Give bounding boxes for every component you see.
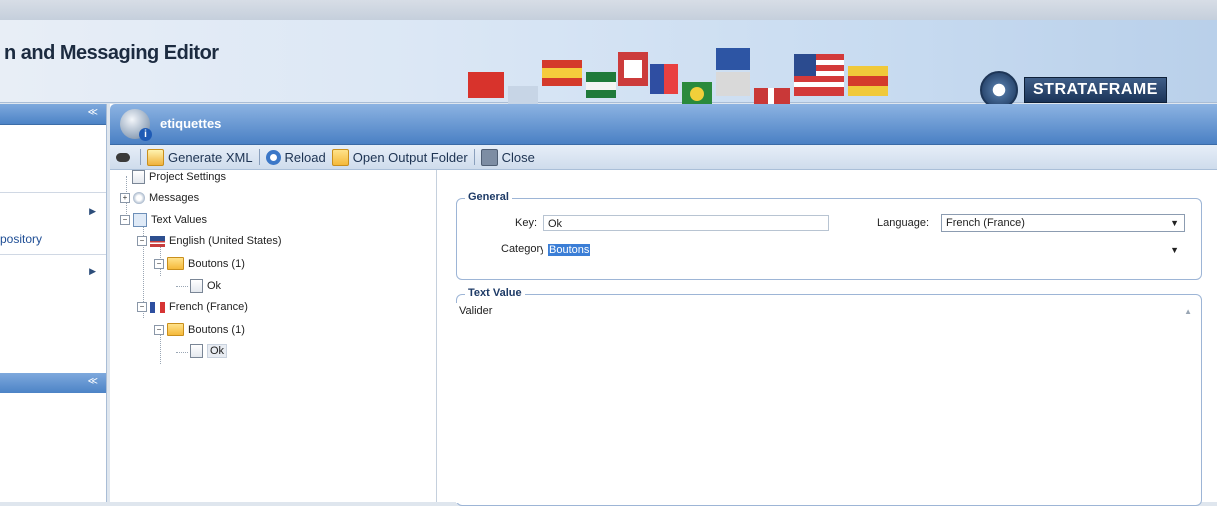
tree-node-label: Ok [207, 280, 222, 292]
text-item-icon [190, 279, 203, 293]
close-doc-icon [480, 148, 498, 166]
sidebar-item-label: pository [0, 232, 43, 246]
window-titlebar [0, 0, 1217, 20]
open-output-folder-label: Open Output Folder [352, 149, 468, 165]
collapse-node-icon[interactable]: − [154, 324, 164, 335]
tree-node-label: Text Values [151, 214, 208, 226]
collapse-icon[interactable]: ≪ [88, 376, 98, 387]
reload-label: Reload [284, 149, 326, 165]
toolbar-separator [473, 149, 475, 165]
sidebar-divider [0, 192, 106, 193]
chevron-down-icon[interactable]: ▼ [1170, 215, 1179, 231]
category-value: Boutons [548, 244, 591, 256]
us-flag-icon [150, 235, 165, 247]
brand-name: STRATAFRAME [1024, 77, 1167, 103]
generate-xml-label: Generate XML [168, 149, 253, 165]
tree-node-english-boutons[interactable]: − Boutons (1) [154, 257, 245, 270]
general-group-title: General [465, 191, 512, 203]
tree-node-label: French (France) [169, 301, 248, 313]
toolbar-separator [258, 149, 260, 165]
text-value-area[interactable]: Valider ▲ [456, 303, 1196, 503]
document-header: i etiquettes [110, 104, 1217, 145]
generate-icon [147, 148, 164, 166]
arrow-right-icon: ▶ [89, 266, 96, 276]
tree-guide [176, 286, 188, 287]
fr-flag-icon [150, 301, 165, 313]
folder-icon [167, 323, 184, 336]
document-title: etiquettes [160, 116, 222, 131]
collapse-node-icon[interactable]: − [120, 215, 130, 225]
document-panel: i etiquettes Generate XML Reload Open Ou… [110, 104, 1217, 506]
collapse-node-icon[interactable]: − [137, 302, 147, 312]
toolbar-separator [140, 149, 141, 165]
sidebar-item-repository[interactable]: pository [0, 232, 106, 246]
sidebar-divider [0, 254, 106, 255]
scroll-up-icon[interactable]: ▲ [1184, 307, 1192, 316]
text-values-icon [133, 213, 147, 227]
text-value-group: Text Value Valider ▲ [456, 287, 1202, 506]
folder-open-icon [331, 148, 349, 166]
tree-guide [176, 352, 188, 353]
chevron-down-icon[interactable]: ▼ [1170, 242, 1179, 258]
tree-node-label: Ok [207, 344, 228, 358]
sidebar-section-header[interactable]: ≪ [0, 373, 106, 393]
reload-icon [265, 149, 281, 165]
reload-button[interactable]: Reload [265, 149, 326, 165]
document-icon: i [120, 109, 152, 141]
generate-xml-button[interactable]: Generate XML [147, 148, 253, 166]
tree-guide [160, 334, 161, 364]
tree-node-english-ok[interactable]: Ok [190, 279, 221, 293]
close-label: Close [501, 149, 535, 165]
tree-node-french-ok[interactable]: Ok [190, 344, 228, 358]
arrow-right-icon: ▶ [89, 206, 96, 216]
sidebar: ≪ ▶ pository ▶ ≪ [0, 104, 107, 502]
language-select[interactable]: French (France) ▼ [941, 214, 1185, 232]
tree-node-label: Boutons (1) [188, 257, 245, 270]
tree-node-project-settings[interactable]: Project Settings [132, 170, 226, 184]
key-label: Key: [515, 217, 538, 229]
text-value-group-title: Text Value [465, 287, 525, 299]
text-value-content: Valider [459, 305, 493, 317]
app-title: n and Messaging Editor [4, 42, 219, 64]
tree-node-french-boutons[interactable]: − Boutons (1) [154, 323, 245, 336]
tree-node-french[interactable]: − French (France) [137, 301, 248, 313]
tree-node-label: Project Settings [149, 171, 227, 183]
open-output-folder-button[interactable]: Open Output Folder [331, 148, 468, 166]
key-field[interactable]: Ok [543, 215, 829, 231]
tree-node-english[interactable]: − English (United States) [137, 235, 282, 247]
tree-node-text-values[interactable]: − Text Values [120, 213, 207, 227]
tree-node-messages[interactable]: + Messages [120, 192, 199, 204]
settings-doc-icon [132, 170, 145, 184]
tree-node-label: English (United States) [169, 235, 282, 247]
language-value: French (France) [946, 217, 1025, 229]
collapse-node-icon[interactable]: − [154, 258, 164, 269]
text-item-icon [190, 344, 203, 358]
binoculars-icon [116, 152, 130, 162]
tree-node-label: Messages [149, 192, 200, 204]
close-button[interactable]: Close [480, 148, 535, 166]
sidebar-header[interactable]: ≪ [0, 104, 106, 125]
messages-icon [133, 192, 145, 204]
expand-icon[interactable]: + [120, 193, 130, 203]
collapse-icon[interactable]: ≪ [88, 107, 98, 118]
general-group: General Key: Ok Language: French (France… [456, 191, 1202, 280]
toolbar: Generate XML Reload Open Output Folder C… [110, 145, 1217, 170]
folder-icon [167, 257, 184, 270]
tree-node-label: Boutons (1) [188, 323, 245, 336]
category-select[interactable]: Boutons ▼ [543, 241, 1185, 259]
info-icon: i [139, 128, 152, 141]
category-label: Category: [501, 243, 549, 255]
language-label: Language: [877, 217, 929, 229]
collapse-node-icon[interactable]: − [137, 236, 147, 246]
tree-view[interactable]: Project Settings + Messages − Text Value… [110, 170, 437, 502]
find-button[interactable] [116, 152, 134, 162]
